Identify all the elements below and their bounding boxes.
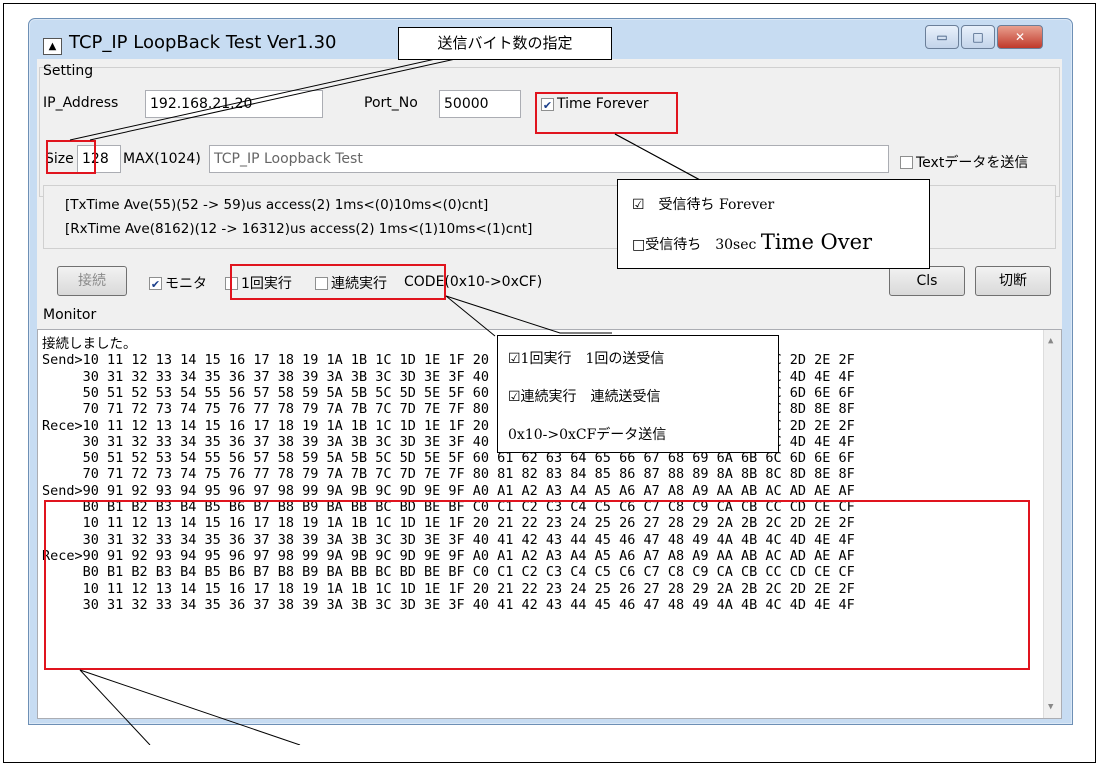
exec-annotation-line2: ☑連続実行 連続送受信 — [508, 389, 661, 405]
monitor-checkbox[interactable]: ✔ モニタ — [149, 273, 207, 293]
cls-button[interactable]: Cls — [889, 266, 965, 296]
scroll-up-icon[interactable]: ▲ — [1048, 336, 1053, 346]
exec-annotation-line3: 0x10->0xCFデータ送信 — [508, 427, 667, 443]
scroll-down-icon[interactable]: ▼ — [1048, 702, 1053, 712]
app-icon: ▲ — [43, 38, 62, 55]
minimize-button[interactable]: ▭ — [925, 25, 959, 49]
window-title: TCP_IP LoopBack Test Ver1.30 — [69, 32, 337, 53]
connect-button[interactable]: 接続 — [57, 266, 127, 296]
port-no-input[interactable]: 50000 — [439, 90, 521, 118]
forever-annotation-line2b: Time Over — [760, 230, 873, 254]
text-send-checkbox[interactable]: Textデータを送信 — [900, 152, 1028, 172]
close-button[interactable]: ✕ — [997, 25, 1043, 49]
highlight-size — [46, 140, 96, 174]
monitor-group-label: Monitor — [43, 307, 97, 323]
highlight-time-forever — [535, 92, 678, 134]
monitor-check-icon: ✔ — [149, 276, 162, 291]
forever-annotation-line2: □受信待ち 30sec Time Over — [632, 230, 872, 254]
ip-address-input[interactable]: 192.168.21.20 — [145, 90, 323, 118]
monitor-scrollbar[interactable]: ▲ ▼ — [1043, 330, 1061, 718]
port-no-label: Port_No — [364, 95, 418, 111]
forever-annotation: ☑ 受信待ち Forever □受信待ち 30sec Time Over — [617, 179, 930, 269]
forever-annotation-line1: ☑ 受信待ち Forever — [632, 197, 775, 213]
maximize-button[interactable]: □ — [961, 25, 995, 49]
max-size-label: MAX(1024) — [123, 151, 201, 167]
text-send-check-icon — [900, 155, 913, 169]
monitor-line: 接続しました。 — [42, 336, 137, 352]
monitor-label: モニタ — [165, 276, 207, 292]
size-annotation-text: 送信バイト数の指定 — [437, 34, 573, 52]
monitor-line: Send>90 91 92 93 94 95 96 97 98 99 9A 9B… — [42, 482, 855, 499]
exec-annotation: ☑1回実行 1回の送受信 ☑連続実行 連続送受信 0x10->0xCFデータ送信 — [497, 335, 779, 453]
send-text-input[interactable]: TCP_IP Loopback Test — [209, 145, 889, 173]
highlight-monitor-data — [44, 500, 1030, 670]
forever-annotation-line2a: □受信待ち 30sec — [632, 237, 757, 253]
setting-group-label: Setting — [43, 63, 94, 79]
highlight-exec-checkboxes — [230, 264, 446, 300]
size-annotation: 送信バイト数の指定 — [398, 27, 612, 60]
rx-time-stats: [RxTime Ave(8162)(12 -> 16312)us access(… — [65, 221, 533, 237]
disconnect-button[interactable]: 切断 — [975, 266, 1051, 296]
ip-address-label: IP_Address — [43, 95, 119, 111]
tx-time-stats: [TxTime Ave(55)(52 -> 59)us access(2) 1m… — [65, 197, 489, 213]
text-send-label: Textデータを送信 — [916, 155, 1029, 171]
monitor-line: 70 71 72 73 74 75 76 77 78 79 7A 7B 7C 7… — [42, 466, 855, 483]
exec-annotation-line1: ☑1回実行 1回の送受信 — [508, 351, 665, 367]
